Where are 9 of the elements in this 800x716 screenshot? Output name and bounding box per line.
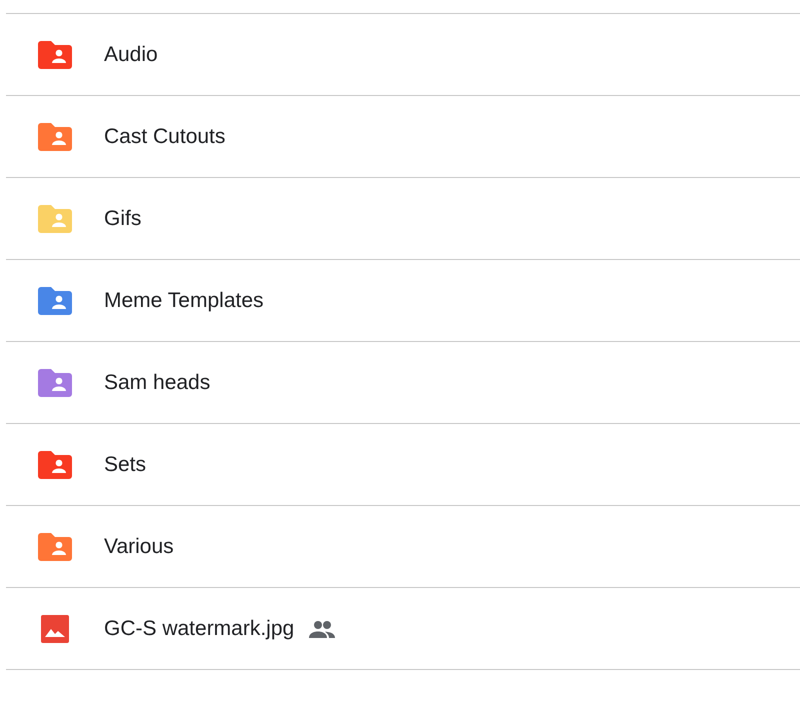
file-name[interactable]: Various	[104, 534, 174, 558]
file-name[interactable]: Sam heads	[104, 370, 210, 394]
file-name[interactable]: Sets	[104, 452, 146, 476]
file-name[interactable]: Meme Templates	[104, 288, 264, 312]
image-file-icon	[38, 614, 72, 642]
file-name[interactable]: Cast Cutouts	[104, 124, 226, 148]
file-name[interactable]: GC-S watermark.jpg	[104, 616, 294, 640]
file-name[interactable]: Audio	[104, 42, 158, 66]
file-name[interactable]: Gifs	[104, 206, 142, 230]
